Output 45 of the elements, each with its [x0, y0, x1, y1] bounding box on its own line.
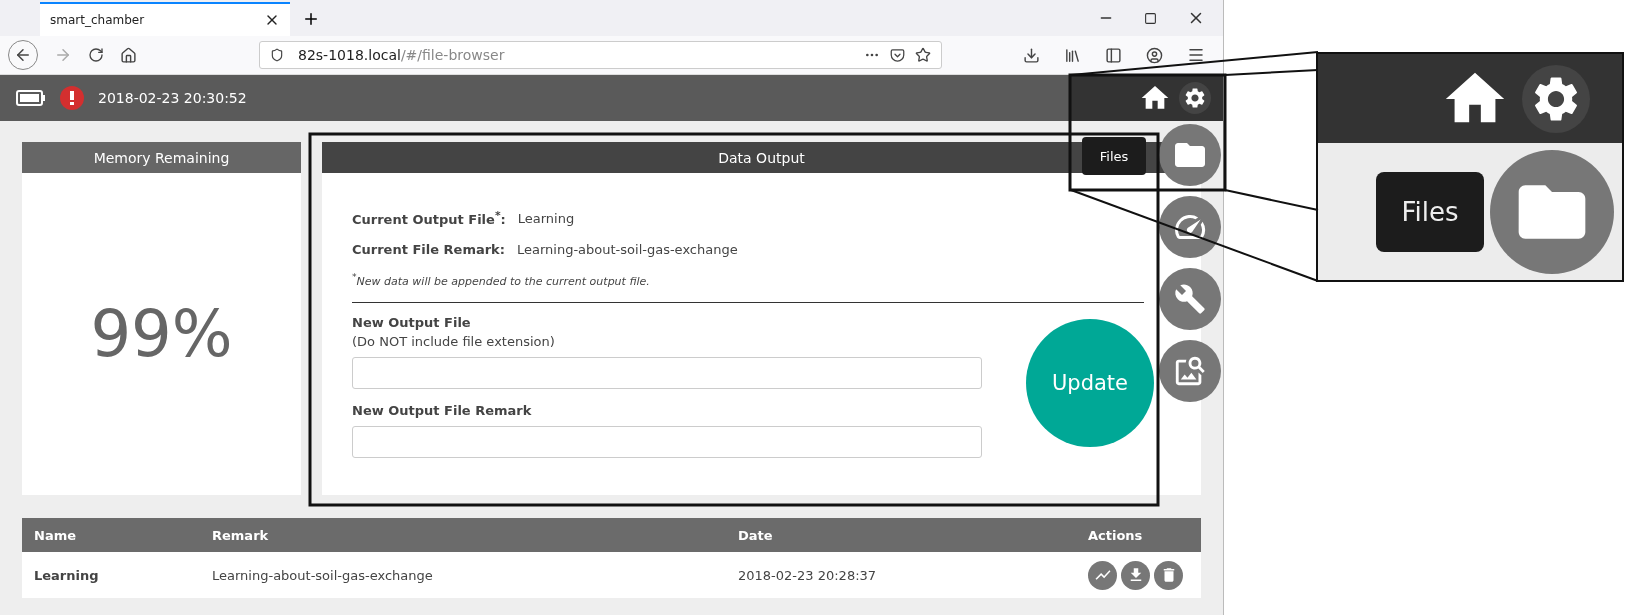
card-title: Memory Remaining	[22, 142, 301, 173]
account-icon[interactable]	[1146, 46, 1163, 64]
column-header: Date	[738, 527, 774, 543]
home-icon[interactable]	[120, 46, 137, 64]
download-icon[interactable]	[1023, 46, 1040, 64]
chart-button[interactable]	[1088, 560, 1117, 590]
field-label: Current File Remark:	[352, 242, 505, 257]
field-value: Learning-about-soil-gas-exchange	[516, 242, 738, 257]
new-tab-icon[interactable]	[302, 10, 320, 28]
pocket-icon[interactable]	[890, 47, 905, 63]
input-field[interactable]	[352, 356, 982, 389]
tooltip: Files	[1376, 171, 1484, 252]
url-text: 82s-1018.local/#/file-browser	[298, 47, 505, 63]
table-cell-text: Learning-about-soil-gas-exchange	[212, 567, 434, 583]
column-header: Name	[34, 527, 77, 543]
footnote-text: $^{*}$New data will be appended to the current output file.	[352, 271, 651, 288]
bookmark-icon[interactable]	[915, 47, 931, 63]
library-icon[interactable]	[1064, 46, 1081, 64]
sidebar-icon[interactable]	[1105, 46, 1122, 64]
input-field[interactable]	[352, 425, 982, 458]
maximize-icon[interactable]	[1144, 11, 1157, 25]
tab-title: smart_chamber	[50, 13, 145, 27]
download-button[interactable]	[1121, 560, 1150, 590]
table-cell-text: Learning	[34, 567, 100, 583]
wrench-icon	[1174, 283, 1206, 315]
field-label: New Output File	[352, 314, 472, 330]
delete-button[interactable]	[1154, 560, 1183, 590]
menu-icon[interactable]	[1187, 46, 1205, 64]
datetime-text: 2018-02-23 20:30:52	[98, 90, 247, 106]
field-label: Current Output File$^{*}$:	[352, 209, 506, 228]
shield-icon	[270, 48, 284, 62]
field-value: Learning	[517, 211, 575, 226]
column-header: Actions	[1088, 527, 1144, 543]
settings-button[interactable]	[1179, 82, 1211, 114]
memory-value: 99%	[89, 296, 234, 373]
column-header: Remark	[212, 527, 270, 543]
hint-text: (Do NOT include file extension)	[352, 333, 556, 349]
browser-tab[interactable]: smart_chamber	[40, 2, 290, 36]
reload-icon[interactable]	[88, 47, 104, 63]
address-bar[interactable]: 82s-1018.local/#/file-browser	[259, 41, 942, 69]
search-icon	[1173, 354, 1207, 388]
tooltip: Files	[1082, 137, 1146, 175]
table-cell-text: 2018-02-23 20:28:37	[738, 567, 878, 583]
field-label: New Output File Remark	[352, 402, 533, 418]
battery-icon	[16, 90, 46, 106]
